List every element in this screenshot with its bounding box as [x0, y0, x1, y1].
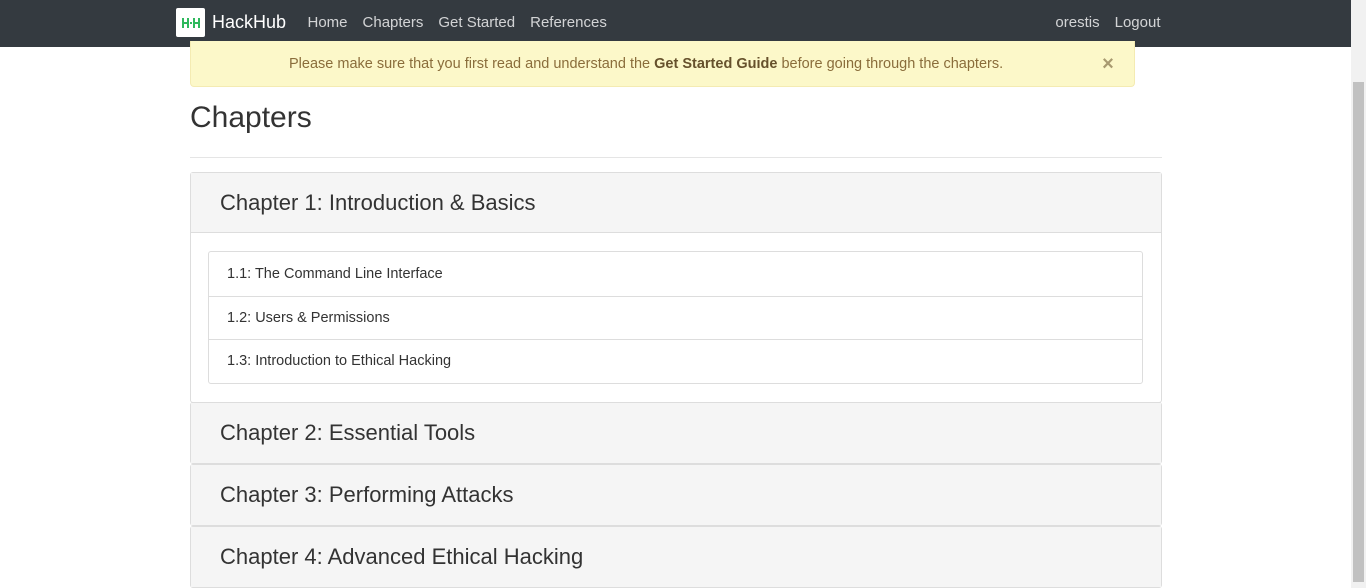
vertical-scrollbar[interactable] — [1351, 0, 1366, 588]
chapter-heading-2[interactable]: Chapter 2: Essential Tools — [191, 403, 1161, 463]
lesson-list: 1.1: The Command Line Interface 1.2: Use… — [208, 251, 1143, 384]
scrollbar-thumb[interactable] — [1353, 82, 1364, 582]
lesson-item-1-1[interactable]: 1.1: The Command Line Interface — [209, 252, 1142, 296]
user-nav: orestis Logout — [1048, 0, 1168, 44]
top-navbar: HackHub Home Chapters Get Started Refere… — [0, 0, 1351, 47]
page-title: Chapters — [190, 101, 312, 134]
brand-name: HackHub — [212, 12, 287, 32]
nav-link-user[interactable]: orestis — [1048, 14, 1107, 31]
nav-link-chapters[interactable]: Chapters — [355, 14, 431, 31]
chapter-panel-2: Chapter 2: Essential Tools — [190, 402, 1162, 464]
page: HackHub Home Chapters Get Started Refere… — [0, 0, 1351, 588]
chapter-heading-3[interactable]: Chapter 3: Performing Attacks — [191, 465, 1161, 525]
nav-link-references[interactable]: References — [523, 14, 615, 31]
lesson-item-1-3[interactable]: 1.3: Introduction to Ethical Hacking — [209, 339, 1142, 383]
nav-link-home[interactable]: Home — [300, 14, 355, 31]
divider — [190, 157, 1162, 158]
chapter-heading-1[interactable]: Chapter 1: Introduction & Basics — [191, 173, 1161, 233]
alert-prefix: Please make sure that you first read and… — [289, 56, 655, 72]
brand[interactable]: HackHub — [176, 8, 286, 37]
guide-alert: Please make sure that you first read and… — [190, 41, 1135, 87]
close-icon[interactable]: × — [1100, 53, 1116, 75]
chapter-panel-3: Chapter 3: Performing Attacks — [190, 464, 1162, 526]
chapter-heading-4[interactable]: Chapter 4: Advanced Ethical Hacking — [191, 527, 1161, 587]
nav-link-get-started[interactable]: Get Started — [431, 14, 523, 31]
lesson-item-1-2[interactable]: 1.2: Users & Permissions — [209, 295, 1142, 340]
chapter-body-1: 1.1: The Command Line Interface 1.2: Use… — [191, 233, 1161, 402]
chapter-panel-4: Chapter 4: Advanced Ethical Hacking — [190, 526, 1162, 588]
main-nav: Home Chapters Get Started References — [300, 0, 614, 44]
nav-link-logout[interactable]: Logout — [1107, 14, 1168, 31]
hackhub-logo-icon — [176, 8, 205, 37]
alert-message: Please make sure that you first read and… — [289, 56, 1003, 72]
chapter-panel-1: Chapter 1: Introduction & Basics 1.1: Th… — [190, 172, 1162, 403]
alert-suffix: before going through the chapters. — [777, 56, 1004, 72]
get-started-guide-link[interactable]: Get Started Guide — [654, 56, 777, 72]
